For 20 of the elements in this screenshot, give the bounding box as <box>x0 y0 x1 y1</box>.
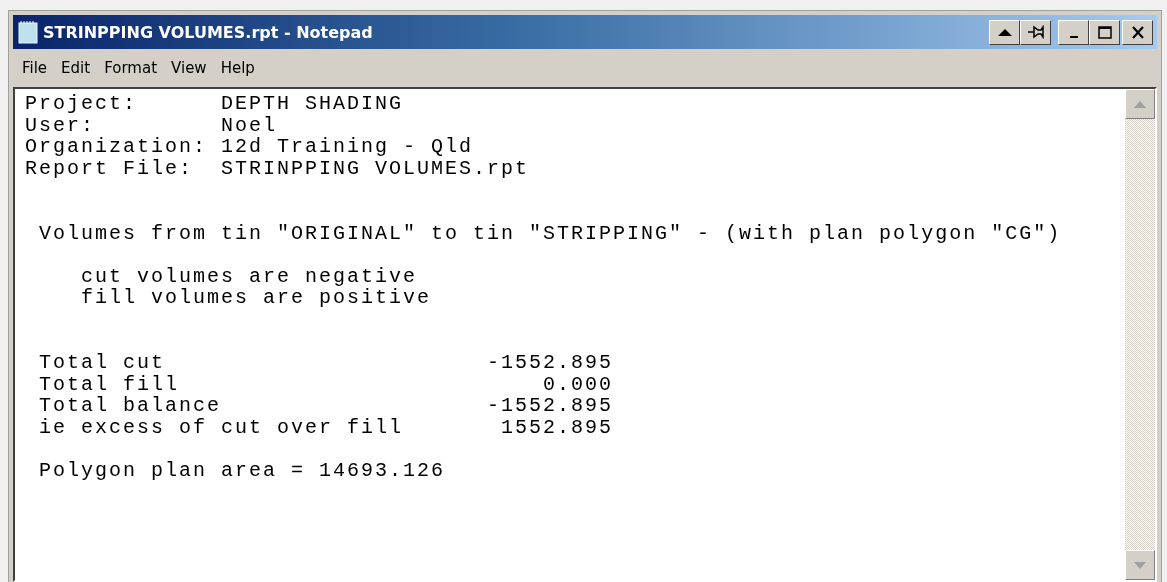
minimize-icon <box>1069 35 1078 38</box>
pin-icon <box>1026 25 1045 39</box>
menu-item[interactable]: Help <box>213 57 262 79</box>
maximize-icon <box>1097 25 1112 39</box>
scroll-down-icon[interactable] <box>1125 550 1155 580</box>
menu-item[interactable]: Edit <box>54 57 98 79</box>
menu-item[interactable]: View <box>164 57 214 79</box>
pin-button[interactable] <box>1020 19 1051 45</box>
triangle-up-icon <box>996 27 1013 37</box>
menu-item[interactable]: Format <box>97 57 165 79</box>
roll-up-button[interactable] <box>989 19 1020 45</box>
close-icon <box>1130 25 1145 39</box>
menu-item[interactable]: File <box>15 57 55 79</box>
scroll-up-icon[interactable] <box>1125 89 1155 119</box>
window-title: STRINPPING VOLUMES.rpt - Notepad <box>43 22 374 42</box>
notepad-icon <box>17 20 39 44</box>
vertical-scrollbar[interactable] <box>1125 89 1155 580</box>
close-button[interactable] <box>1122 19 1153 45</box>
minimize-button[interactable] <box>1058 19 1089 45</box>
maximize-button[interactable] <box>1089 19 1120 45</box>
